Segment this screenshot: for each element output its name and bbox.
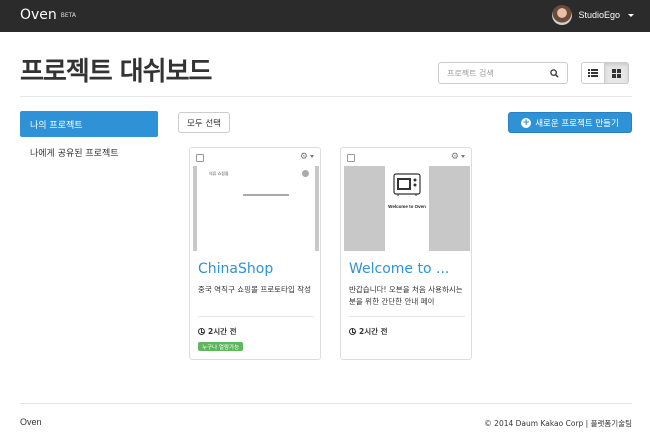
thumbnail-welcome-text: Welcome to Oven <box>388 204 426 209</box>
caret-down-icon <box>461 155 465 158</box>
public-badge: 누구나 열람가능 <box>198 342 244 351</box>
gear-icon: ⚙ <box>450 152 459 162</box>
plus-circle-icon: + <box>521 117 532 128</box>
search-input[interactable] <box>439 64 544 82</box>
caret-down-icon <box>310 155 314 158</box>
search-icon[interactable] <box>544 63 564 83</box>
view-toggle <box>581 62 629 84</box>
new-project-label: 새로운 프로젝트 만들기 <box>535 118 619 129</box>
thumbnail-page: 의류 쇼핑몰 <box>197 166 315 251</box>
brand-name: Oven <box>20 7 57 23</box>
project-settings-button[interactable]: ⚙ <box>300 152 314 162</box>
project-title[interactable]: Welcome to ... <box>349 260 467 278</box>
brand-logo[interactable]: Oven BETA <box>20 6 76 24</box>
project-thumbnail[interactable]: Welcome to Oven <box>344 166 470 251</box>
project-description: 반갑습니다! 오븐을 처음 사용하시는 분을 위한 간단한 안내 페이 <box>349 285 463 306</box>
beta-label: BETA <box>60 12 77 19</box>
list-view-button[interactable] <box>581 62 605 84</box>
select-all-button[interactable]: 모두 선택 <box>178 112 230 133</box>
clock-icon <box>198 328 205 335</box>
project-settings-button[interactable]: ⚙ <box>451 152 465 162</box>
page-title: 프로젝트 대쉬보드 <box>20 57 212 87</box>
project-card: ⚙ Welcome to Oven Welcome to ... 반갑습니다! … <box>340 147 472 360</box>
project-title[interactable]: ChinaShop <box>198 260 316 278</box>
clock-icon <box>349 328 356 335</box>
username: StudioEgo <box>578 10 620 20</box>
top-navbar: Oven BETA StudioEgo <box>0 0 650 32</box>
project-checkbox[interactable] <box>196 154 204 162</box>
avatar <box>552 5 573 25</box>
gear-icon: ⚙ <box>299 152 308 162</box>
grid-icon <box>612 68 621 78</box>
thumbnail-page: Welcome to Oven <box>385 166 429 251</box>
footer-copyright: © 2014 Daum Kakao Corp | 플랫폼기술팀 <box>484 419 632 428</box>
card-divider <box>198 316 314 317</box>
card-divider <box>349 316 465 317</box>
header-divider <box>20 96 632 97</box>
new-project-button[interactable]: + 새로운 프로젝트 만들기 <box>508 112 632 133</box>
search-box <box>438 62 568 84</box>
user-menu[interactable]: StudioEgo <box>552 5 634 25</box>
project-thumbnail[interactable]: 의류 쇼핑몰 <box>193 166 319 251</box>
project-checkbox[interactable] <box>347 154 355 162</box>
footer-divider <box>20 403 632 404</box>
project-time: 2시간 전 <box>198 326 237 337</box>
project-description: 중국 역직구 쇼핑몰 프로토타입 작성 <box>198 285 312 294</box>
project-time-label: 2시간 전 <box>359 327 388 336</box>
sidebar-item-shared-projects[interactable]: 나에게 공유된 프로젝트 <box>20 139 158 165</box>
sidebar-item-my-projects[interactable]: 나의 프로젝트 <box>20 111 158 137</box>
project-card: ⚙ 의류 쇼핑몰 ChinaShop 중국 역직구 쇼핑몰 프로토타입 작성 2… <box>189 147 321 360</box>
thumbnail-circle <box>302 170 309 177</box>
thumbnail-logo: 의류 쇼핑몰 <box>209 171 229 176</box>
caret-down-icon <box>628 13 634 17</box>
grid-view-button[interactable] <box>605 62 629 84</box>
oven-illustration-icon <box>393 173 421 196</box>
footer-brand: Oven <box>20 417 42 427</box>
project-time: 2시간 전 <box>349 326 388 337</box>
project-time-label: 2시간 전 <box>208 327 237 336</box>
list-icon <box>588 69 598 77</box>
thumbnail-line <box>243 194 289 196</box>
